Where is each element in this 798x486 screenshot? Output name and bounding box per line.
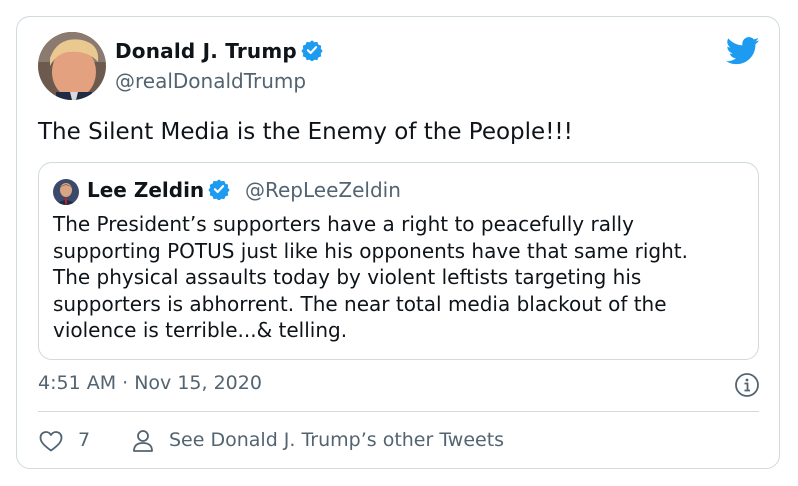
- verified-badge-icon: [301, 39, 323, 66]
- author-avatar[interactable]: [38, 32, 106, 100]
- quoted-avatar[interactable]: [53, 179, 79, 205]
- verified-badge-icon: [208, 178, 230, 205]
- tweet-timestamp[interactable]: 4:51 AM · Nov 15, 2020: [38, 372, 262, 394]
- quoted-text-line: supporting POTUS just like his opponents…: [53, 238, 688, 263]
- see-other-tweets-link[interactable]: See Donald J. Trump’s other Tweets: [169, 429, 504, 451]
- tweet-text: The Silent Media is the Enemy of the Peo…: [38, 119, 573, 145]
- quoted-author-name-text[interactable]: Lee Zeldin: [87, 178, 204, 202]
- quoted-text: The President’s supporters have a right …: [53, 211, 753, 344]
- quoted-text-line: The physical assaults today by violent l…: [53, 265, 642, 289]
- quoted-author-handle[interactable]: @RepLeeZeldin: [245, 178, 401, 202]
- heart-icon[interactable]: [38, 429, 64, 458]
- quoted-author-name[interactable]: Lee Zeldin: [87, 178, 230, 205]
- divider: [38, 411, 759, 412]
- author-handle[interactable]: @realDonaldTrump: [115, 69, 306, 93]
- tweet-card[interactable]: Donald J. Trump @realDonaldTrump The Sil…: [16, 16, 780, 469]
- author-name-text[interactable]: Donald J. Trump: [115, 39, 297, 63]
- twitter-bird-icon[interactable]: [725, 37, 760, 69]
- quoted-text-line: violence is terrible...& telling.: [53, 318, 348, 342]
- quoted-tweet[interactable]: Lee Zeldin @RepLeeZeldin The President’s…: [38, 162, 759, 360]
- quoted-text-line: The President’s supporters have a right …: [53, 212, 634, 236]
- info-icon[interactable]: [734, 372, 760, 402]
- like-count[interactable]: 7: [78, 429, 90, 451]
- author-name[interactable]: Donald J. Trump: [115, 39, 323, 66]
- person-icon[interactable]: [132, 429, 154, 458]
- quoted-text-line: supporters is abhorrent. The near total …: [53, 291, 667, 316]
